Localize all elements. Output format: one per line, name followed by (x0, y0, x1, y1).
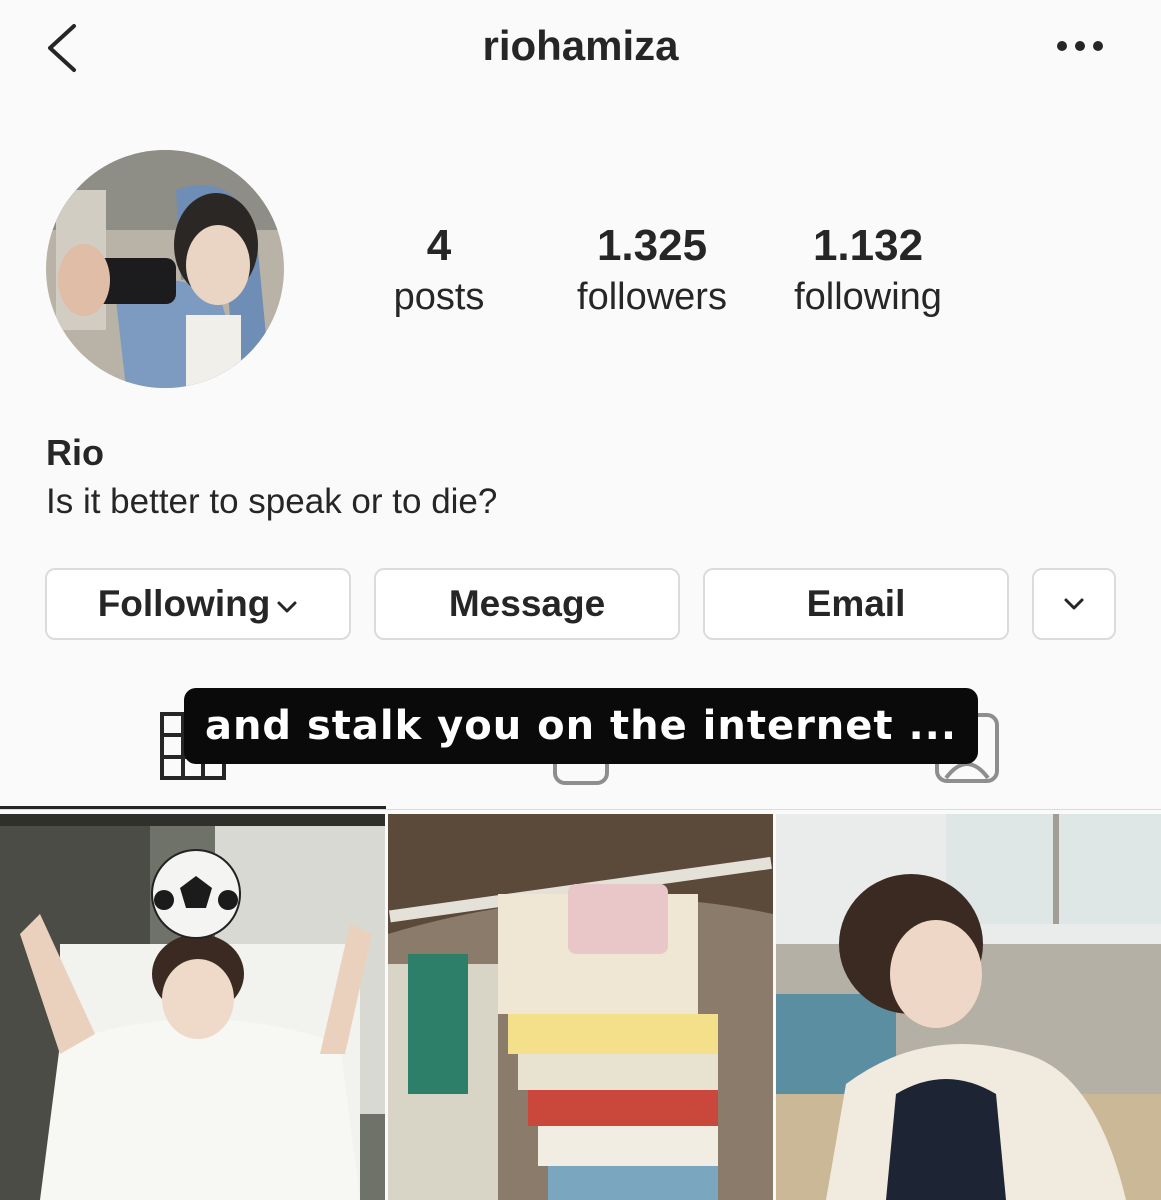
profile-avatar[interactable] (46, 150, 284, 388)
more-options-icon[interactable] (1056, 36, 1104, 56)
followers-count[interactable]: 1.325 followers (562, 218, 742, 320)
tab-divider (0, 809, 1161, 810)
posts-count[interactable]: 4 posts (374, 218, 504, 320)
caption-overlay: and stalk you on the internet ... (184, 688, 978, 764)
post-thumbnail[interactable] (776, 814, 1161, 1200)
suggested-accounts-button[interactable] (1032, 568, 1116, 640)
active-tab-indicator (0, 806, 386, 809)
profile-username: riohamiza (482, 22, 679, 69)
profile-bio: Is it better to speak or to die? (46, 482, 498, 521)
followers-count-label: followers (577, 276, 727, 318)
followers-count-value: 1.325 (596, 221, 708, 270)
email-button-label: Email (806, 583, 906, 624)
following-count[interactable]: 1.132 following (778, 218, 958, 320)
chevron-down-icon (277, 601, 297, 613)
post-thumbnail[interactable] (0, 814, 385, 1200)
posts-count-value: 4 (426, 221, 452, 270)
email-button[interactable]: Email (703, 568, 1009, 640)
message-button[interactable]: Message (374, 568, 680, 640)
following-count-label: following (794, 276, 942, 318)
profile-name: Rio (46, 432, 104, 473)
posts-count-label: posts (393, 276, 485, 318)
message-button-label: Message (448, 583, 606, 624)
post-thumbnail[interactable] (388, 814, 773, 1200)
following-count-value: 1.132 (812, 221, 924, 270)
following-button-label: Following (97, 583, 271, 624)
chevron-down-icon (1064, 598, 1084, 610)
following-button[interactable]: Following (45, 568, 351, 640)
